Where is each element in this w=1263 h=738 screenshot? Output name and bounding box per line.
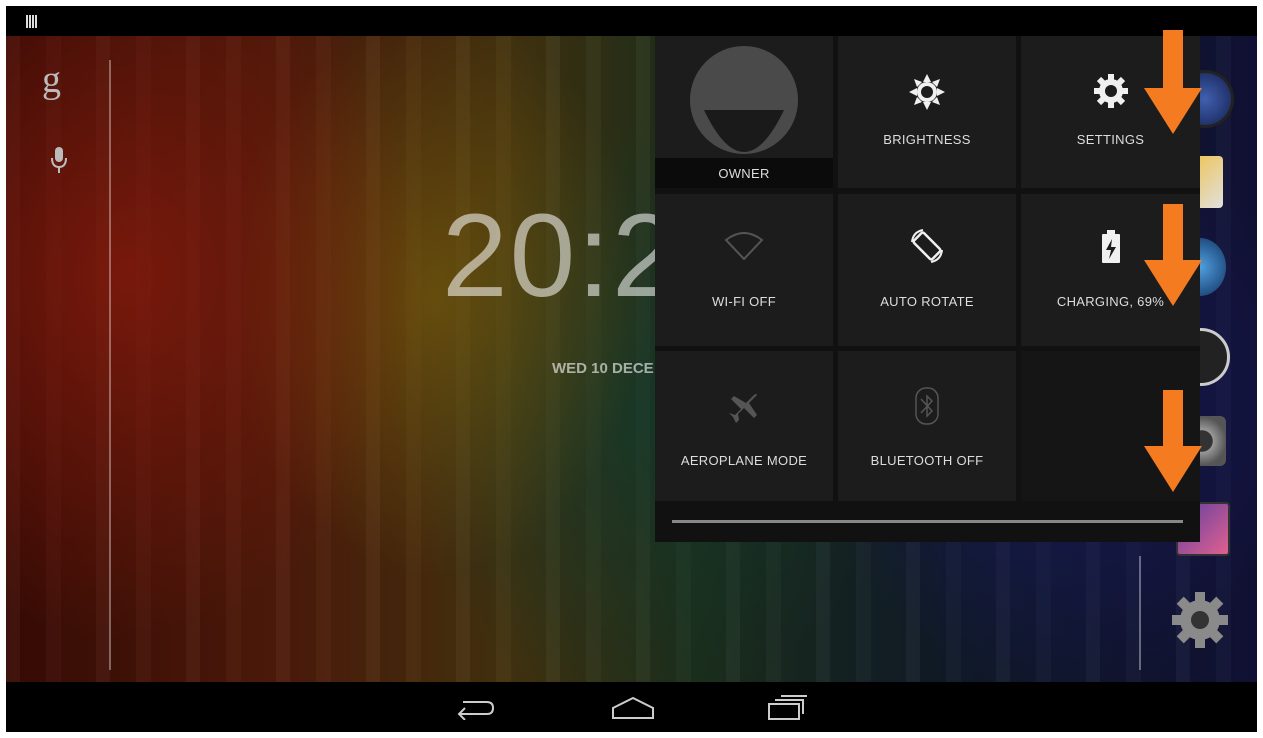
brightness-label: BRIGHTNESS	[883, 132, 971, 147]
user-avatar-icon	[690, 46, 798, 154]
settings-app-icon[interactable]	[1168, 588, 1232, 652]
recents-icon	[768, 695, 807, 720]
auto-rotate-label: AUTO ROTATE	[880, 294, 974, 309]
battery-charging-icon	[1101, 230, 1120, 263]
date-widget: WED 10 DECE	[552, 360, 654, 377]
bluetooth-label: BLUETOOTH OFF	[870, 453, 984, 468]
brightness-tile[interactable]: BRIGHTNESS	[838, 36, 1016, 188]
owner-tile[interactable]: OWNER	[655, 36, 833, 188]
device-screen: g 20:2 WED 10 DECE OWNER BRIGHTNESS SETT…	[6, 6, 1257, 732]
search-bar-divider	[109, 60, 111, 670]
navigation-bar	[6, 682, 1257, 732]
home-button[interactable]	[608, 692, 658, 724]
bluetooth-tile[interactable]: BLUETOOTH OFF	[838, 351, 1016, 501]
owner-label: OWNER	[718, 166, 770, 181]
annotation-arrow-empty-tile	[1144, 390, 1202, 492]
mic-icon[interactable]	[50, 146, 68, 174]
clock-widget[interactable]: 20:2	[442, 188, 680, 324]
wifi-tile[interactable]: WI-FI OFF	[655, 194, 833, 346]
panel-drag-handle[interactable]	[672, 520, 1183, 523]
quick-settings-panel: OWNER BRIGHTNESS SETTINGS WI-FI OFF AUTO…	[655, 36, 1200, 542]
gear-icon	[1093, 74, 1128, 108]
wifi-icon	[724, 232, 764, 260]
aeroplane-mode-tile[interactable]: AEROPLANE MODE	[655, 351, 833, 501]
auto-rotate-tile[interactable]: AUTO ROTATE	[838, 194, 1016, 346]
annotation-arrow-settings	[1144, 30, 1202, 134]
rotate-icon	[911, 229, 943, 263]
wifi-label: WI-FI OFF	[711, 294, 777, 309]
annotation-arrow-battery	[1144, 204, 1202, 306]
recents-button[interactable]	[762, 692, 812, 724]
status-bar[interactable]	[6, 6, 1257, 36]
barcode-notification-icon	[26, 15, 37, 28]
dock-divider	[1139, 556, 1141, 670]
google-search-icon[interactable]: g	[42, 58, 61, 102]
back-icon	[457, 701, 495, 720]
brightness-icon	[909, 74, 945, 110]
airplane-icon	[729, 394, 757, 423]
back-button[interactable]	[450, 692, 500, 724]
aeroplane-mode-label: AEROPLANE MODE	[680, 453, 808, 468]
home-icon	[612, 696, 654, 719]
bluetooth-icon	[915, 387, 939, 425]
